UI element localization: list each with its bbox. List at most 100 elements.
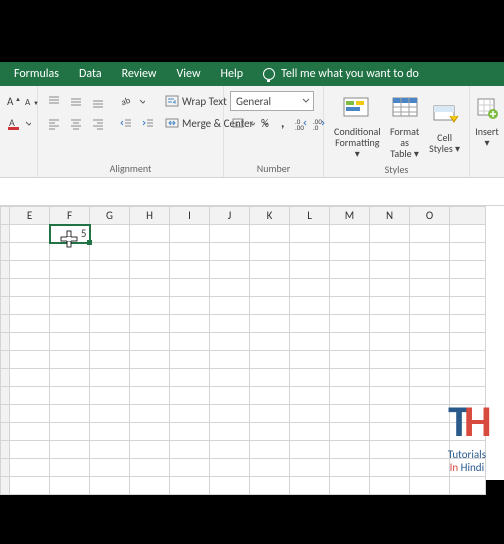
cell[interactable] <box>290 225 330 243</box>
cell[interactable] <box>50 279 90 297</box>
cell[interactable] <box>130 297 170 315</box>
cell[interactable] <box>170 297 210 315</box>
cell[interactable] <box>210 333 250 351</box>
conditional-formatting-button[interactable]: ConditionalFormatting ▾ <box>330 90 385 161</box>
cell[interactable] <box>130 261 170 279</box>
cell[interactable] <box>10 243 50 261</box>
cell[interactable] <box>290 405 330 423</box>
accounting-dropdown[interactable] <box>248 113 256 133</box>
cell[interactable] <box>370 459 410 477</box>
cell[interactable] <box>370 387 410 405</box>
cell[interactable] <box>290 261 330 279</box>
cell[interactable] <box>50 315 90 333</box>
cell[interactable] <box>250 243 290 261</box>
column-header-F[interactable]: F <box>50 207 90 225</box>
cell[interactable] <box>50 405 90 423</box>
cell[interactable] <box>410 261 450 279</box>
cell[interactable] <box>450 297 486 315</box>
cell[interactable] <box>90 351 130 369</box>
cell[interactable] <box>10 261 50 279</box>
cell[interactable] <box>130 243 170 261</box>
column-header-J[interactable]: J <box>210 207 250 225</box>
cell[interactable] <box>330 459 370 477</box>
cell[interactable] <box>170 279 210 297</box>
cell[interactable] <box>130 405 170 423</box>
cell[interactable] <box>50 243 90 261</box>
cell[interactable] <box>450 351 486 369</box>
cell[interactable] <box>410 441 450 459</box>
cell[interactable] <box>170 261 210 279</box>
cell[interactable] <box>290 315 330 333</box>
cell[interactable] <box>330 333 370 351</box>
cell[interactable] <box>290 279 330 297</box>
cell[interactable] <box>90 405 130 423</box>
cell[interactable] <box>50 387 90 405</box>
column-header-H[interactable]: H <box>130 207 170 225</box>
cell[interactable] <box>290 477 330 495</box>
column-header-I[interactable]: I <box>170 207 210 225</box>
cell[interactable] <box>410 351 450 369</box>
orientation-button[interactable]: ab <box>116 91 136 111</box>
cell[interactable] <box>50 459 90 477</box>
cell[interactable] <box>90 477 130 495</box>
cell[interactable] <box>330 297 370 315</box>
number-format-combo[interactable]: General <box>230 91 314 111</box>
cell[interactable] <box>170 405 210 423</box>
cell[interactable] <box>90 315 130 333</box>
cell[interactable] <box>90 441 130 459</box>
cell[interactable] <box>210 315 250 333</box>
cell[interactable] <box>410 279 450 297</box>
cell[interactable] <box>130 315 170 333</box>
cell[interactable] <box>370 315 410 333</box>
cell[interactable] <box>330 423 370 441</box>
format-as-table-button[interactable]: Format asTable ▾ <box>385 90 425 161</box>
column-header-E[interactable]: E <box>10 207 50 225</box>
cell[interactable] <box>370 477 410 495</box>
cell[interactable] <box>210 369 250 387</box>
cell[interactable] <box>410 297 450 315</box>
cell[interactable] <box>410 477 450 495</box>
cell[interactable] <box>170 243 210 261</box>
cell[interactable] <box>90 369 130 387</box>
cell[interactable] <box>90 261 130 279</box>
insert-button[interactable]: Insert▾ <box>476 90 498 150</box>
cell[interactable] <box>450 333 486 351</box>
cell[interactable] <box>290 369 330 387</box>
cell[interactable] <box>170 441 210 459</box>
cell[interactable] <box>250 387 290 405</box>
cell[interactable] <box>290 459 330 477</box>
cell[interactable] <box>370 369 410 387</box>
font-color-dropdown[interactable] <box>24 113 32 133</box>
cell[interactable] <box>10 387 50 405</box>
cell[interactable] <box>50 369 90 387</box>
cell[interactable] <box>450 225 486 243</box>
cell[interactable] <box>370 279 410 297</box>
cell[interactable] <box>450 279 486 297</box>
tell-me[interactable]: Tell me what you want to do <box>253 67 419 81</box>
cell[interactable] <box>330 279 370 297</box>
increase-decimal-button[interactable]: .0.00 <box>294 113 310 133</box>
cell[interactable] <box>290 351 330 369</box>
tab-help[interactable]: Help <box>211 62 254 86</box>
cell[interactable] <box>50 441 90 459</box>
cell[interactable] <box>330 351 370 369</box>
cell[interactable] <box>130 423 170 441</box>
column-header-N[interactable]: N <box>370 207 410 225</box>
cell[interactable] <box>370 423 410 441</box>
cell[interactable] <box>10 459 50 477</box>
cell[interactable] <box>330 225 370 243</box>
cell[interactable] <box>10 225 50 243</box>
column-header-L[interactable]: L <box>290 207 330 225</box>
cell[interactable] <box>130 225 170 243</box>
cell[interactable] <box>90 459 130 477</box>
cell[interactable] <box>10 315 50 333</box>
cell[interactable] <box>410 387 450 405</box>
cell[interactable] <box>330 477 370 495</box>
cell[interactable] <box>170 333 210 351</box>
column-header-M[interactable]: M <box>330 207 370 225</box>
cell[interactable] <box>50 351 90 369</box>
cell[interactable] <box>170 387 210 405</box>
cell[interactable] <box>130 477 170 495</box>
cell[interactable] <box>210 297 250 315</box>
cell[interactable] <box>90 387 130 405</box>
